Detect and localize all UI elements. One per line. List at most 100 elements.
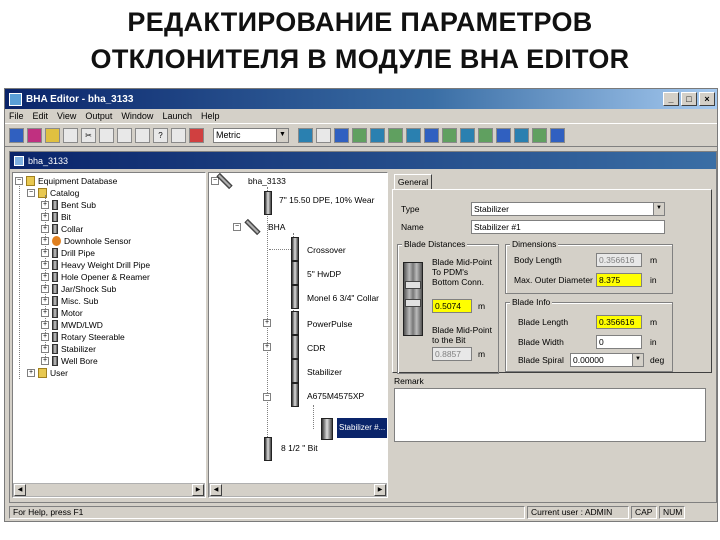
assembly-bha[interactable]: − BHA bbox=[233, 218, 285, 236]
copy-icon[interactable] bbox=[99, 127, 114, 143]
tree-item-catalog[interactable]: − Catalog bbox=[27, 187, 79, 199]
expand-icon[interactable]: + bbox=[263, 343, 271, 351]
tool-n-icon[interactable] bbox=[532, 127, 547, 143]
assembly-item-cdr[interactable]: CDR bbox=[307, 343, 325, 353]
assembly-item-bit[interactable]: 8 1/2 " Bit bbox=[281, 443, 318, 453]
tool-l-icon[interactable] bbox=[496, 127, 511, 143]
tool-d-icon[interactable] bbox=[352, 127, 367, 143]
tree-item-downhole-sensor[interactable]: + Downhole Sensor bbox=[41, 235, 131, 247]
assembly-item-hwdp[interactable]: 5" HwDP bbox=[307, 269, 341, 279]
menu-launch[interactable]: Launch bbox=[162, 111, 192, 121]
tool-m-icon[interactable] bbox=[514, 127, 529, 143]
expand-icon[interactable]: + bbox=[263, 319, 271, 327]
tree-item-hwdp[interactable]: + Heavy Weight Drill Pipe bbox=[41, 259, 150, 271]
open-folder-icon[interactable] bbox=[45, 127, 60, 143]
assembly-item-stabilizer[interactable]: Stabilizer bbox=[307, 367, 342, 377]
scroll-right-icon[interactable]: ▶ bbox=[374, 484, 386, 496]
tree-item-mwd-lwd[interactable]: + MWD/LWD bbox=[41, 319, 103, 331]
tree-item-well-bore[interactable]: + Well Bore bbox=[41, 355, 98, 367]
template-icon[interactable] bbox=[27, 127, 42, 143]
equipment-tree[interactable]: − Equipment Database − Catalog + Bent Sub… bbox=[12, 172, 206, 498]
menu-view[interactable]: View bbox=[57, 111, 76, 121]
tree-item-drill-pipe[interactable]: + Drill Pipe bbox=[41, 247, 95, 259]
new-icon[interactable] bbox=[9, 127, 24, 143]
remark-textarea[interactable] bbox=[394, 388, 706, 442]
tool-c-icon[interactable] bbox=[334, 127, 349, 143]
context-help-icon[interactable] bbox=[171, 127, 186, 143]
tree-item-misc-sub[interactable]: + Misc. Sub bbox=[41, 295, 98, 307]
close-button[interactable]: × bbox=[699, 92, 715, 106]
tree-item-root[interactable]: − Equipment Database bbox=[15, 175, 117, 187]
tree-item-hole-opener[interactable]: + Hole Opener & Reamer bbox=[41, 271, 150, 283]
menu-output[interactable]: Output bbox=[85, 111, 112, 121]
blade-width-field[interactable]: 0 bbox=[596, 335, 642, 349]
help-icon[interactable]: ? bbox=[153, 127, 168, 143]
tool-o-icon[interactable] bbox=[550, 127, 565, 143]
horizontal-scrollbar[interactable]: ◀ ▶ bbox=[13, 483, 205, 497]
expand-icon[interactable]: + bbox=[27, 369, 35, 377]
scroll-left-icon[interactable]: ◀ bbox=[210, 484, 222, 496]
blade-spiral-select[interactable]: 0.00000 ▼ bbox=[570, 353, 644, 367]
tool-j-icon[interactable] bbox=[460, 127, 475, 143]
tool-e-icon[interactable] bbox=[370, 127, 385, 143]
tree-item-collar[interactable]: + Collar bbox=[41, 223, 83, 235]
tree-item-bent-sub[interactable]: + Bent Sub bbox=[41, 199, 96, 211]
window-titlebar[interactable]: BHA Editor - bha_3133 _ □ × bbox=[5, 89, 717, 109]
assembly-tree[interactable]: − bha_3133 7" 15.50 DPE, 10% Wear − BHA … bbox=[208, 172, 388, 498]
minimize-button[interactable]: _ bbox=[663, 92, 679, 106]
mid-bit-label: Blade Mid-Point to the Bit bbox=[432, 325, 493, 345]
menu-file[interactable]: File bbox=[9, 111, 24, 121]
chevron-down-icon[interactable]: ▼ bbox=[653, 203, 664, 215]
paste-icon[interactable] bbox=[117, 127, 132, 143]
mid-point-field[interactable]: 0.5074 bbox=[432, 299, 472, 313]
menu-edit[interactable]: Edit bbox=[33, 111, 49, 121]
tool-b-icon[interactable] bbox=[316, 127, 331, 143]
sensor-icon bbox=[52, 236, 61, 246]
assembly-item-crossover[interactable]: Crossover bbox=[307, 245, 346, 255]
delete-icon[interactable] bbox=[189, 127, 204, 143]
print-icon[interactable] bbox=[135, 127, 150, 143]
tree-item-rotary-steerable[interactable]: + Rotary Steerable bbox=[41, 331, 125, 343]
tree-item-user[interactable]: + User bbox=[27, 367, 68, 379]
tool-a-icon[interactable] bbox=[298, 127, 313, 143]
maximize-button[interactable]: □ bbox=[681, 92, 697, 106]
assembly-item-drill-pipe[interactable]: 7" 15.50 DPE, 10% Wear bbox=[279, 195, 374, 205]
scroll-right-icon[interactable]: ▶ bbox=[192, 484, 204, 496]
assembly-item-powerpulse[interactable]: PowerPulse bbox=[307, 319, 352, 329]
scroll-left-icon[interactable]: ◀ bbox=[14, 484, 26, 496]
collapse-icon[interactable]: − bbox=[15, 177, 23, 185]
tree-item-bit[interactable]: + Bit bbox=[41, 211, 71, 223]
tree-item-jar[interactable]: + Jar/Shock Sub bbox=[41, 283, 116, 295]
tab-general[interactable]: General bbox=[394, 174, 432, 190]
assembly-item-monel-collar[interactable]: Monel 6 3/4" Collar bbox=[307, 293, 379, 303]
document-titlebar[interactable]: bha_3133 bbox=[10, 152, 716, 169]
horizontal-scrollbar[interactable]: ◀ ▶ bbox=[209, 483, 387, 497]
max-od-label: Max. Outer Diameter bbox=[514, 275, 593, 285]
name-field[interactable]: Stabilizer #1 bbox=[471, 220, 665, 234]
assembly-root[interactable]: − bha_3133 bbox=[211, 173, 286, 190]
assembly-item-motor[interactable]: A675M4575XP bbox=[307, 391, 364, 401]
chevron-down-icon[interactable]: ▼ bbox=[632, 354, 643, 366]
units-select[interactable]: Metric ▼ bbox=[213, 127, 289, 143]
cut-icon[interactable]: ✂ bbox=[81, 127, 96, 143]
collapse-icon[interactable]: − bbox=[233, 223, 241, 231]
tool-k-icon[interactable] bbox=[478, 127, 493, 143]
menu-help[interactable]: Help bbox=[201, 111, 220, 121]
tool-g-icon[interactable] bbox=[406, 127, 421, 143]
chevron-down-icon[interactable]: ▼ bbox=[276, 128, 288, 142]
body-length-field[interactable]: 0.356616 bbox=[596, 253, 642, 267]
tool-h-icon[interactable] bbox=[424, 127, 439, 143]
collapse-icon[interactable]: − bbox=[263, 393, 271, 401]
tree-item-stabilizer[interactable]: + Stabilizer bbox=[41, 343, 96, 355]
collapse-icon[interactable]: − bbox=[27, 189, 35, 197]
tool-i-icon[interactable] bbox=[442, 127, 457, 143]
tool-f-icon[interactable] bbox=[388, 127, 403, 143]
mid-bit-field[interactable]: 0.8857 bbox=[432, 347, 472, 361]
type-select[interactable]: Stabilizer ▼ bbox=[471, 202, 665, 216]
assembly-item-selected[interactable]: Stabilizer #... bbox=[337, 418, 387, 438]
menu-window[interactable]: Window bbox=[121, 111, 153, 121]
blade-length-field[interactable]: 0.356616 bbox=[596, 315, 642, 329]
tree-item-motor[interactable]: + Motor bbox=[41, 307, 83, 319]
save-icon[interactable] bbox=[63, 127, 78, 143]
max-od-field[interactable]: 8.375 bbox=[596, 273, 642, 287]
